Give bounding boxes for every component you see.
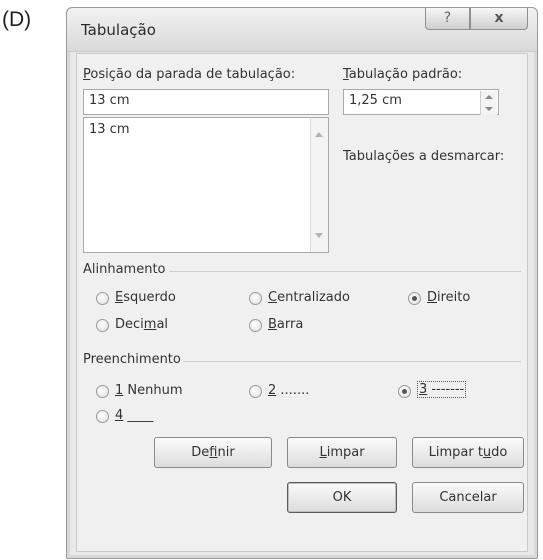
tab-stop-position-label: Posição da parada de tabulação: <box>83 67 296 82</box>
alignment-center-radio[interactable] <box>249 292 262 305</box>
default-tab-stops-value: 1,25 cm <box>349 93 402 108</box>
alignment-left-label[interactable]: Esquerdo <box>115 290 176 305</box>
clear-button[interactable]: Limpar <box>287 437 397 468</box>
close-button[interactable]: x <box>470 8 528 30</box>
cancel-button[interactable]: Cancelar <box>412 482 524 513</box>
leader-group-label: Preenchimento <box>83 352 181 367</box>
leader-divider <box>183 361 521 362</box>
title-bar: Tabulação ? x <box>67 8 537 52</box>
alignment-decimal-label[interactable]: Decimal <box>115 317 168 332</box>
leader-none-label[interactable]: 1 Nenhum <box>115 383 183 398</box>
set-button[interactable]: Definir <box>154 437 272 468</box>
tabs-to-clear-label: Tabulações a desmarcar: <box>343 149 505 164</box>
leader-dashes-radio[interactable] <box>398 385 411 398</box>
alignment-left-radio[interactable] <box>96 292 109 305</box>
alignment-divider <box>169 271 521 272</box>
default-tab-stops-input[interactable]: 1,25 cm <box>343 89 499 115</box>
alignment-right-label[interactable]: Direito <box>427 290 470 305</box>
alignment-bar-radio[interactable] <box>249 319 262 332</box>
leader-dots-radio[interactable] <box>249 385 262 398</box>
list-scrollbar[interactable] <box>310 118 328 252</box>
leader-underline-radio[interactable] <box>96 410 109 423</box>
alignment-group-label: Alinhamento <box>83 262 166 277</box>
focus-outline: 3 ------- <box>417 381 467 398</box>
alignment-bar-label[interactable]: Barra <box>268 317 303 332</box>
spin-down-icon[interactable] <box>485 107 493 111</box>
option-letter: (D) <box>2 8 32 31</box>
clear-all-button[interactable]: Limpar tudo <box>412 437 524 468</box>
leader-dashes-label[interactable]: 3 ------- <box>417 381 467 398</box>
tab-stop-list[interactable]: 13 cm <box>83 117 329 253</box>
default-tab-stops-label: Tabulação padrão: <box>343 67 463 82</box>
tabs-dialog: Tabulação ? x Posição da parada de tabul… <box>66 7 538 559</box>
help-button[interactable]: ? <box>425 8 470 30</box>
leader-dots-label[interactable]: 2 ....... <box>268 383 309 398</box>
tab-stop-position-input[interactable]: 13 cm <box>83 89 329 115</box>
close-icon: x <box>494 10 504 26</box>
alignment-decimal-radio[interactable] <box>96 319 109 332</box>
ok-button[interactable]: OK <box>287 482 397 513</box>
help-icon: ? <box>443 10 452 26</box>
dialog-title: Tabulação <box>81 21 156 39</box>
spin-control[interactable] <box>480 91 497 115</box>
spin-up-icon[interactable] <box>485 95 493 99</box>
dialog-body: Posição da parada de tabulação: 13 cm 13… <box>76 53 528 552</box>
scroll-up-icon[interactable] <box>315 132 323 137</box>
alignment-right-radio[interactable] <box>408 292 421 305</box>
leader-none-radio[interactable] <box>96 385 109 398</box>
leader-underline-label[interactable]: 4 ____ <box>115 408 153 423</box>
scroll-down-icon[interactable] <box>315 233 323 238</box>
list-item[interactable]: 13 cm <box>89 122 130 137</box>
alignment-center-label[interactable]: Centralizado <box>268 290 350 305</box>
